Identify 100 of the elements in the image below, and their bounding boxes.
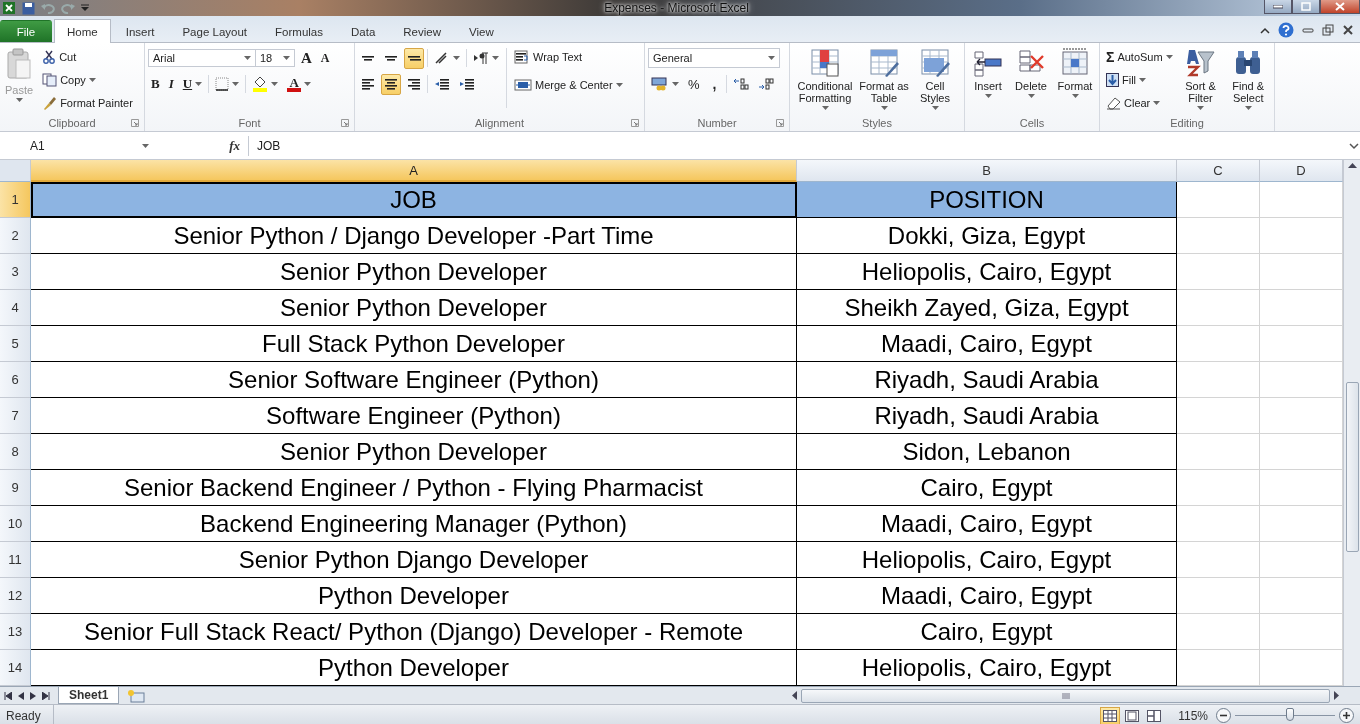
maximize-button[interactable] (1292, 0, 1320, 14)
sort-filter-button[interactable]: Sort & Filter (1177, 46, 1224, 115)
row-header[interactable]: 9 (0, 470, 31, 506)
paragraph-icon (473, 51, 489, 65)
customize-menu-icon (81, 4, 89, 12)
column-header[interactable]: D (1260, 160, 1343, 182)
cut-button[interactable]: Cut (39, 46, 136, 67)
copy-button[interactable]: Copy (39, 69, 136, 90)
row-header[interactable]: 5 (0, 326, 31, 362)
table-cell: Python Developer (31, 578, 797, 614)
group-label: Styles (862, 117, 892, 129)
format-button[interactable]: Format (1054, 46, 1096, 115)
close-button[interactable] (1320, 0, 1360, 14)
minimize-button[interactable] (1264, 0, 1292, 14)
caret-icon (1153, 100, 1161, 105)
zoom-level[interactable]: 115% (1164, 708, 1216, 723)
column-header[interactable]: C (1177, 160, 1260, 182)
indent-icon (459, 77, 475, 91)
dialog-launcher-icon (776, 119, 784, 127)
zoom-in-button[interactable] (1339, 708, 1354, 723)
scissors-icon (42, 49, 57, 64)
caret-icon (1139, 77, 1147, 82)
format-painter-button[interactable]: Format Painter (39, 92, 136, 113)
row-header[interactable]: 6 (0, 362, 31, 398)
ribbon-tab[interactable]: Home (54, 19, 111, 43)
ribbon-tab[interactable]: Data (338, 20, 389, 42)
row-header[interactable]: 2 (0, 218, 31, 254)
row-header[interactable]: 10 (0, 506, 31, 542)
first-sheet-icon (4, 691, 12, 700)
row-header[interactable]: 8 (0, 434, 31, 470)
column-header[interactable]: B (797, 160, 1177, 182)
row-header[interactable]: 4 (0, 290, 31, 326)
caret-icon (195, 82, 203, 86)
maximize-icon (1301, 2, 1311, 11)
row-header[interactable]: 3 (0, 254, 31, 290)
table-cell: Maadi, Cairo, Egypt (797, 578, 1177, 614)
down-arrow-icon (1106, 72, 1119, 87)
row-header[interactable]: 11 (0, 542, 31, 578)
table-cell: Heliopolis, Cairo, Egypt (797, 542, 1177, 578)
clipboard-icon (6, 48, 33, 82)
table-cell: Senior Python Django Developer (31, 542, 797, 578)
center-button[interactable] (381, 73, 401, 95)
conditional-formatting-button[interactable]: Conditional Formatting (793, 46, 857, 115)
wrap-text-button[interactable]: Wrap Text (511, 46, 626, 67)
minimize-icon (1302, 25, 1314, 35)
fill-button[interactable]: Fill (1103, 69, 1176, 90)
clear-button[interactable]: Clear (1103, 92, 1176, 113)
increase-decimal-icon (733, 77, 750, 91)
header-cell: POSITION (797, 182, 1177, 218)
name-box[interactable]: A1 (0, 135, 155, 156)
row-header[interactable]: 7 (0, 398, 31, 434)
banknote-coins-icon (651, 77, 669, 91)
table-cell: Sheikh Zayed, Giza, Egypt (797, 290, 1177, 326)
comma-button[interactable]: , (705, 73, 724, 95)
number-format-field[interactable]: General (648, 48, 780, 68)
merge-center-button[interactable]: Merge & Center (511, 74, 626, 95)
ribbon-tab[interactable]: View (456, 20, 507, 42)
font-name-field[interactable]: Arial (148, 49, 256, 67)
delete-button[interactable]: Delete (1010, 46, 1052, 115)
table-cell: Dokki, Giza, Egypt (797, 218, 1177, 254)
table-cell: Senior Python Developer (31, 290, 797, 326)
previous-sheet-icon (18, 691, 24, 700)
font-color-button[interactable]: A (284, 73, 315, 95)
bold-button[interactable]: B (148, 73, 163, 95)
bottom-align-button[interactable] (404, 47, 424, 69)
zoom-slider[interactable] (1286, 708, 1294, 721)
insert-button[interactable]: Insert (968, 46, 1008, 115)
grow-font-button[interactable]: A (298, 47, 315, 69)
sheet-tab[interactable]: Sheet1 (58, 687, 120, 704)
ribbon-tab[interactable]: Insert (112, 20, 168, 42)
vertical-scrollbar[interactable] (1343, 182, 1360, 686)
spreadsheet-logo-icon (2, 1, 16, 15)
column-header[interactable]: A (31, 160, 797, 182)
file-tab[interactable]: File (0, 20, 52, 42)
caret-icon (931, 106, 939, 110)
ribbon-tab[interactable]: Formulas (262, 20, 336, 42)
row-header[interactable]: 14 (0, 650, 31, 686)
row-header[interactable]: 1 (0, 182, 31, 218)
ribbon-tab[interactable]: Review (390, 20, 454, 42)
percent-button[interactable]: % (685, 73, 703, 95)
insert-function-button[interactable]: fx (229, 137, 240, 154)
caret-icon (15, 98, 23, 102)
table-cell: Maadi, Cairo, Egypt (797, 326, 1177, 362)
underline-button[interactable]: U (179, 73, 206, 95)
eraser-icon (1106, 95, 1121, 110)
find-select-button[interactable]: Find & Select (1225, 46, 1271, 115)
cell-styles-button[interactable]: Cell Styles (911, 46, 959, 115)
format-as-table-button[interactable]: Format as Table (857, 46, 911, 115)
formula-field[interactable]: JOB (249, 135, 1348, 156)
row-header[interactable]: 12 (0, 578, 31, 614)
italic-button[interactable]: I (165, 73, 177, 95)
ribbon-tab[interactable]: Page Layout (169, 20, 261, 42)
zoom-out-button[interactable] (1216, 708, 1231, 723)
row-header[interactable]: 13 (0, 614, 31, 650)
shrink-font-button[interactable]: A (317, 47, 333, 69)
decrease-decimal-icon (758, 77, 775, 91)
table-cell: Cairo, Egypt (797, 614, 1177, 650)
normal-view-button[interactable] (1100, 706, 1121, 724)
autosum-button[interactable]: Σ AutoSum (1103, 46, 1176, 67)
font-size-field[interactable]: 18 (255, 49, 295, 67)
